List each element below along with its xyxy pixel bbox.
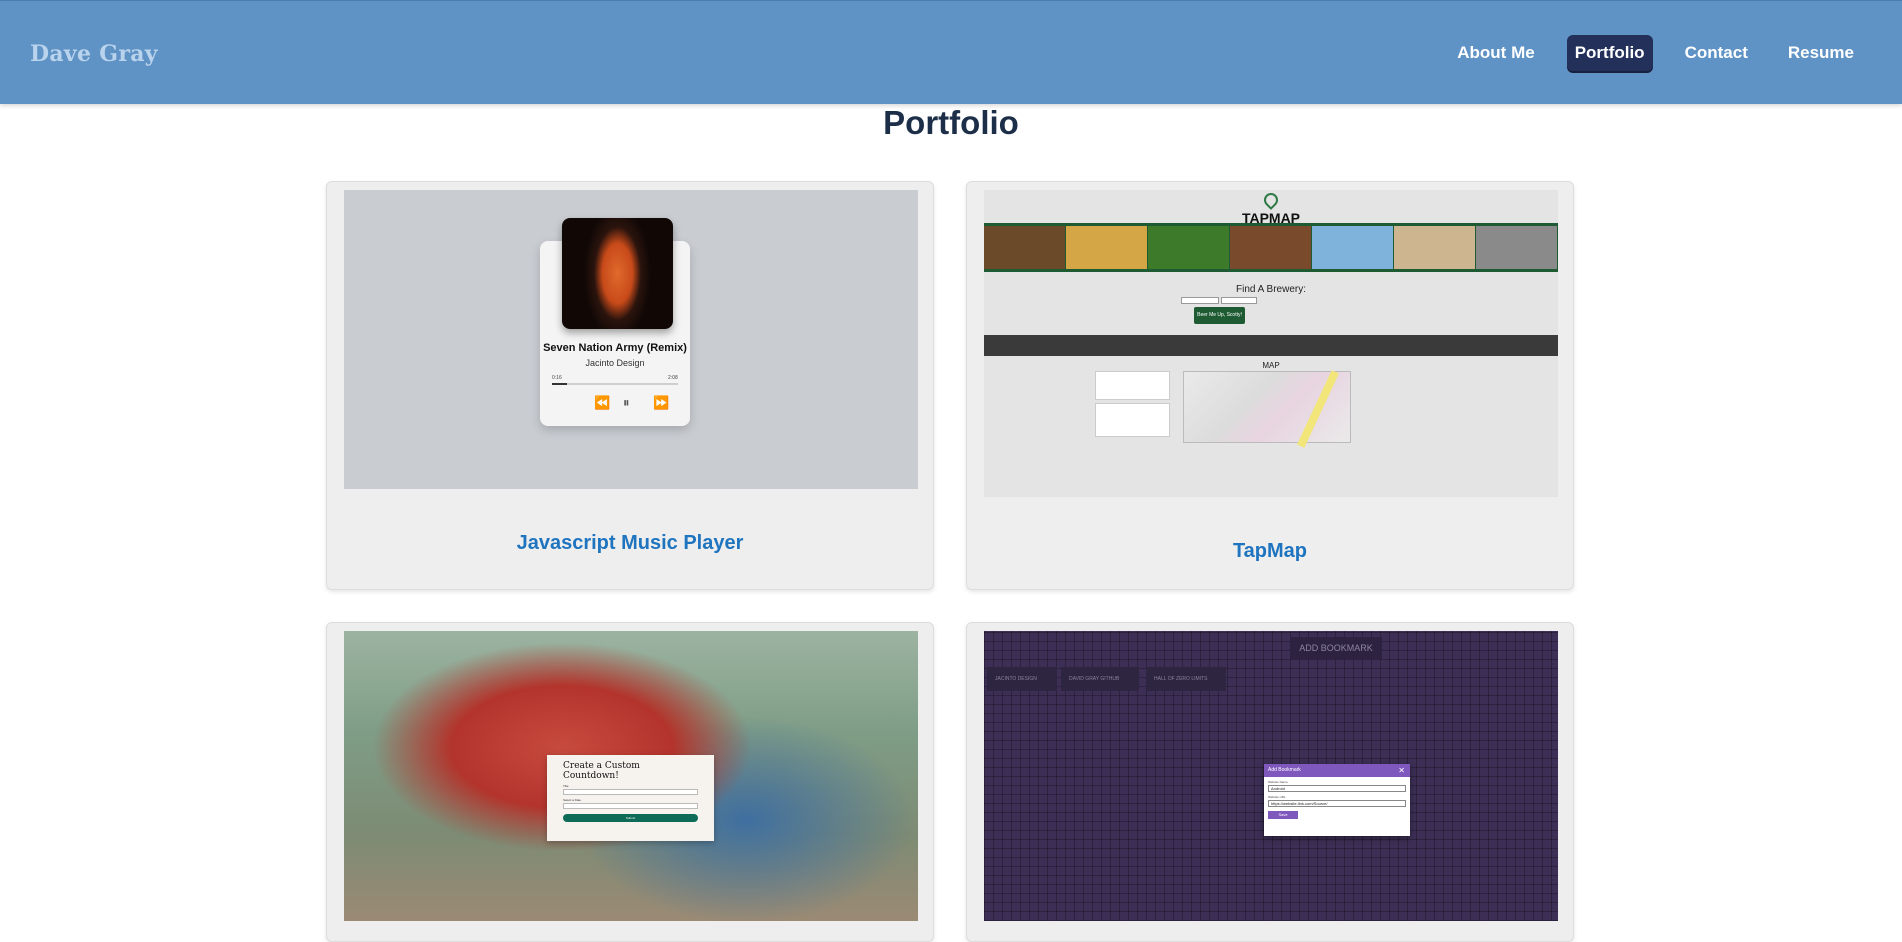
close-icon: ✕ [1398, 766, 1405, 775]
navbar: Dave Gray About Me Portfolio Contact Res… [0, 0, 1902, 104]
project-card-countdown: Create a Custom Countdown! Title Select … [326, 622, 934, 942]
map-pin-icon [1261, 190, 1281, 210]
project-thumbnail[interactable]: TAPMAP Find A Brewery: Beer Me Up, Scott… [984, 190, 1558, 497]
tapmap-screenshot: TAPMAP Find A Brewery: Beer Me Up, Scott… [984, 190, 1558, 497]
bookmark-item: JACINTO DESIGN [987, 667, 1057, 691]
map-label: MAP [1262, 361, 1280, 370]
project-thumbnail[interactable]: ADD BOOKMARK JACINTO DESIGN DAVID GRAY G… [984, 631, 1558, 921]
page-title: Portfolio [883, 104, 1019, 141]
website-url-input: https://website-link.com/Source/ [1268, 800, 1406, 807]
rewind-icon: ⏪ [594, 395, 611, 410]
forward-icon: ⏩ [653, 395, 670, 410]
project-thumbnail[interactable]: Seven Nation Army (Remix) Jacinto Design… [344, 190, 918, 489]
nav-links: About Me Portfolio Contact Resume [1425, 35, 1862, 71]
nav-link-portfolio[interactable]: Portfolio [1566, 35, 1653, 71]
bookmark-item: HALL OF ZERO LIMITS [1146, 667, 1226, 691]
map-view [1183, 370, 1351, 448]
image-strip [984, 223, 1558, 272]
project-title[interactable]: Javascript Music Player [327, 532, 933, 555]
progress-fill [552, 383, 568, 385]
bookmark-item: DAVID GRAY GITHUB [1061, 667, 1139, 691]
find-brewery-label: Find A Brewery: [1235, 284, 1307, 295]
date-label: Select a Date [563, 798, 582, 802]
website-name-input: Android [1268, 785, 1406, 792]
pause-icon: ⏸ [623, 395, 630, 410]
website-url-label: Website URL [1268, 795, 1286, 799]
map-road [1297, 370, 1339, 448]
bookmarks-screenshot: ADD BOOKMARK JACINTO DESIGN DAVID GRAY G… [984, 631, 1558, 921]
album-cover [562, 218, 673, 329]
nav-link-contact[interactable]: Contact [1677, 35, 1756, 71]
date-field [563, 803, 698, 809]
song-title: Seven Nation Army (Remix) [543, 342, 687, 354]
song-artist: Jacinto Design [585, 358, 645, 368]
modal-header: Add Bookmark ✕ [1264, 764, 1410, 777]
project-card-bookmarks: ADD BOOKMARK JACINTO DESIGN DAVID GRAY G… [966, 622, 1574, 942]
submit-button: Submit [563, 814, 698, 822]
project-card-music-player: Seven Nation Army (Remix) Jacinto Design… [326, 181, 934, 590]
progress-bar [552, 383, 678, 385]
search-button: Beer Me Up, Scotty! [1194, 307, 1245, 324]
music-player-screenshot: Seven Nation Army (Remix) Jacinto Design… [344, 190, 918, 489]
tapmap-logo: TAPMAP [984, 190, 1558, 226]
title-field [563, 789, 698, 795]
website-name-label: Website Name [1268, 780, 1288, 784]
result-box [1095, 403, 1170, 437]
countdown-screenshot: Create a Custom Countdown! Title Select … [344, 631, 918, 921]
nav-link-about-me[interactable]: About Me [1449, 35, 1542, 71]
state-select [1221, 297, 1257, 304]
result-box [1095, 371, 1170, 400]
nav-link-resume[interactable]: Resume [1780, 35, 1862, 71]
results-bar [984, 335, 1558, 356]
countdown-form: Create a Custom Countdown! Title Select … [547, 755, 714, 841]
project-card-tapmap: TAPMAP Find A Brewery: Beer Me Up, Scott… [966, 181, 1574, 590]
title-label: Title [563, 784, 569, 788]
brand-logo[interactable]: Dave Gray [30, 41, 158, 67]
current-time: 0:16 [552, 375, 562, 381]
city-input [1181, 297, 1219, 304]
project-title[interactable]: TapMap [967, 540, 1573, 563]
countdown-heading: Create a Custom Countdown! [563, 761, 640, 781]
add-bookmark-button: ADD BOOKMARK [1290, 637, 1382, 659]
add-bookmark-modal: Add Bookmark ✕ Website Name Android Websi… [1264, 764, 1410, 836]
total-time: 2:08 [668, 375, 678, 381]
save-button: Save [1268, 811, 1298, 819]
project-thumbnail[interactable]: Create a Custom Countdown! Title Select … [344, 631, 918, 921]
